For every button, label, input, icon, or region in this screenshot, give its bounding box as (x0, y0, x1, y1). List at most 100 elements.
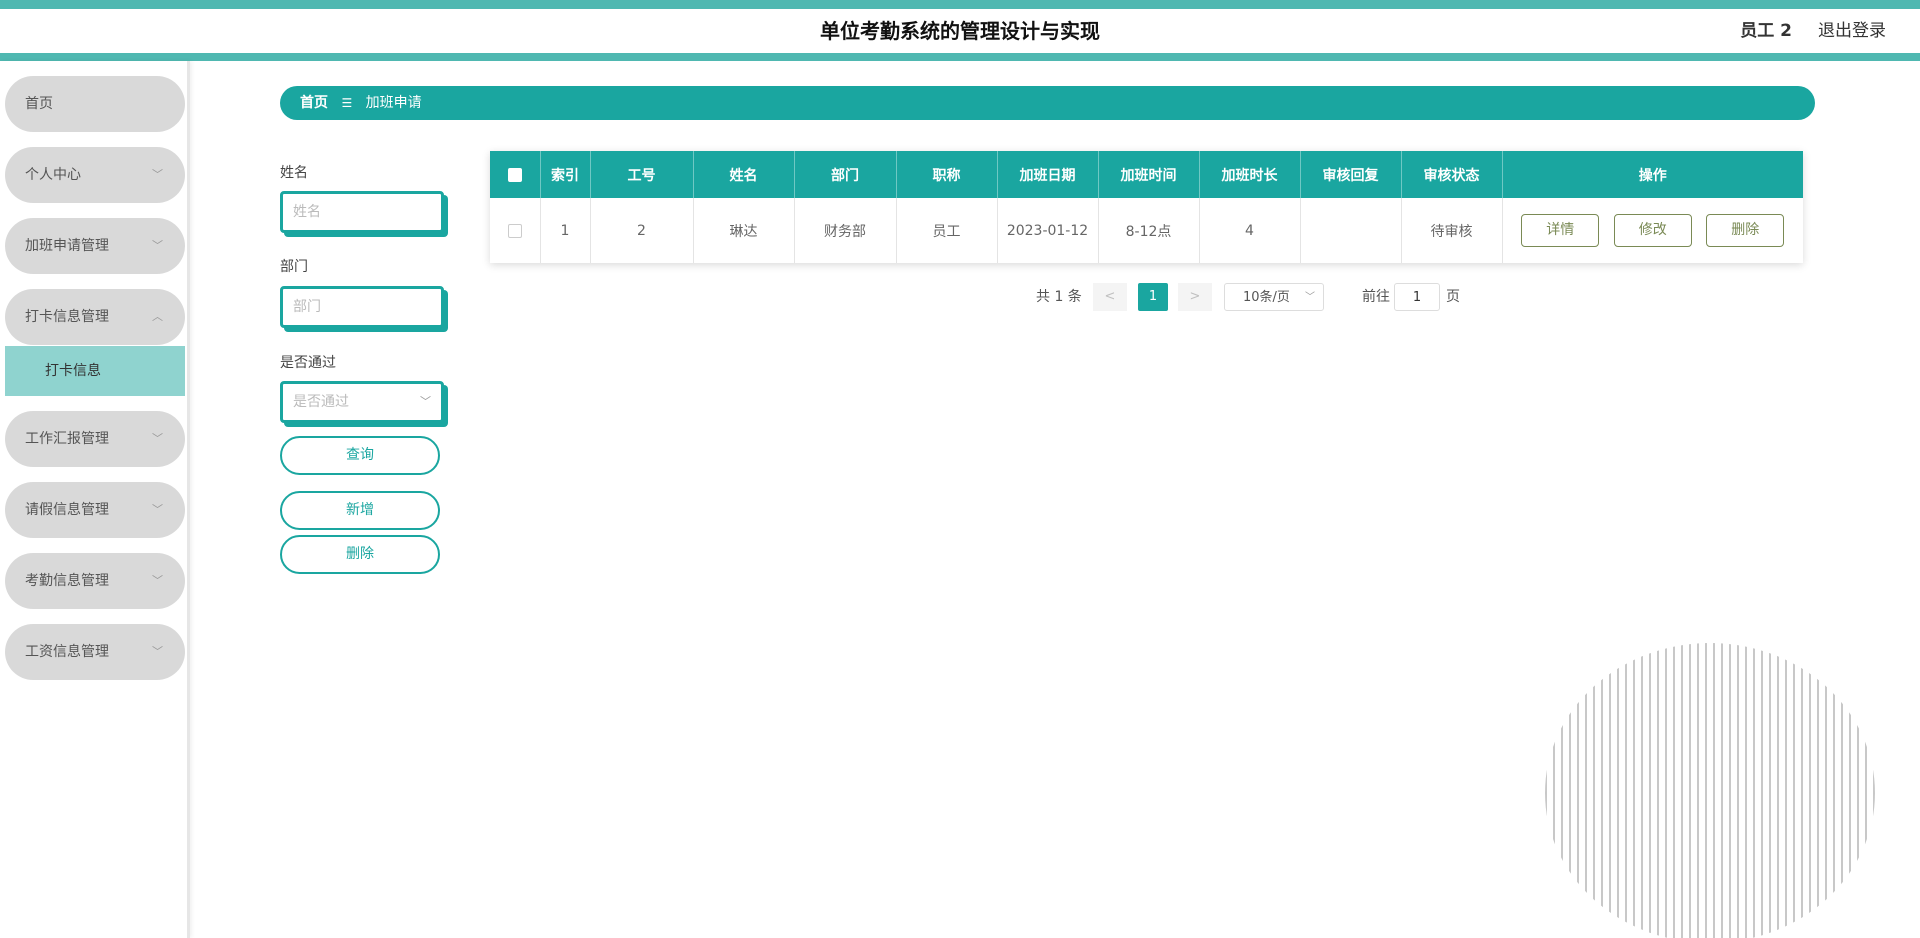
pagination-next-button[interactable]: > (1178, 283, 1212, 311)
table-header-row: 索引 工号 姓名 部门 职称 加班日期 加班时间 加班时长 审核回复 审核状态 … (490, 151, 1803, 198)
row-checkbox[interactable] (507, 223, 522, 238)
cell-actions: 详情 修改 删除 (1502, 198, 1803, 263)
passed-select[interactable]: 是否通过 ﹀ (280, 381, 444, 423)
table-row: 1 2 琳达 财务部 员工 2023-01-12 8-12点 4 待审核 详情 … (490, 198, 1803, 263)
chevron-down-icon: ﹀ (420, 395, 431, 408)
decorative-stripe (1553, 643, 1555, 938)
name-input[interactable] (293, 194, 441, 230)
decorative-stripe (1825, 643, 1827, 938)
chevron-down-icon: ﹀ (152, 503, 163, 516)
query-button[interactable]: 查询 (280, 436, 440, 475)
sidebar-item-label: 打卡信息管理 (25, 309, 109, 325)
add-button[interactable]: 新增 (280, 491, 440, 530)
decorative-stripe (1689, 643, 1691, 938)
pagination-prev-button[interactable]: < (1093, 283, 1127, 311)
sidebar-item-leave[interactable]: 请假信息管理 ﹀ (5, 482, 185, 538)
decorative-stripe (1769, 643, 1771, 938)
row-select-cell (490, 198, 541, 263)
column-header: 操作 (1502, 151, 1803, 198)
decorative-stripe (1857, 643, 1859, 938)
cell-title: 员工 (896, 198, 998, 263)
cell-name: 琳达 (693, 198, 795, 263)
decorative-stripe (1577, 643, 1579, 938)
detail-button[interactable]: 详情 (1521, 214, 1600, 247)
decorative-stripe (1713, 643, 1715, 938)
pagination-page-1[interactable]: 1 (1138, 283, 1168, 311)
chevron-down-icon: ﹀ (152, 432, 163, 445)
decorative-stripe (1833, 643, 1835, 938)
column-header: 索引 (540, 151, 591, 198)
sidebar-item-label: 工资信息管理 (25, 644, 109, 660)
chevron-down-icon: ﹀ (152, 168, 163, 181)
decorative-stripe (1609, 643, 1611, 938)
sidebar-item-salary[interactable]: 工资信息管理 ﹀ (5, 624, 185, 680)
decorative-stripe (1641, 643, 1643, 938)
decorative-stripe (1545, 643, 1547, 938)
decorative-stripe (1673, 643, 1675, 938)
select-all-checkbox[interactable] (507, 167, 522, 182)
decorative-stripe (1585, 643, 1587, 938)
sidebar-subitem-clockin-info[interactable]: 打卡信息 (5, 346, 185, 396)
breadcrumb: 首页 ☰ 加班申请 (280, 86, 1815, 120)
delete-button[interactable]: 删除 (280, 535, 440, 574)
decorative-stripe (1665, 643, 1667, 938)
chevron-up-icon: ︿ (152, 310, 163, 323)
decorative-stripe (1721, 643, 1723, 938)
dept-label: 部门 (280, 259, 308, 275)
logout-link[interactable]: 退出登录 (1818, 9, 1886, 53)
cell-duration: 4 (1199, 198, 1301, 263)
cell-emp-no: 2 (590, 198, 694, 263)
decorative-stripe (1705, 643, 1707, 938)
sidebar-item-label: 工作汇报管理 (25, 431, 109, 447)
decorative-stripe (1593, 643, 1595, 938)
dept-field[interactable] (280, 286, 444, 328)
column-header: 加班时长 (1199, 151, 1301, 198)
decorative-stripe (1633, 643, 1635, 938)
decorative-stripe (1625, 643, 1627, 938)
select-all-header (490, 151, 541, 198)
dept-input[interactable] (293, 289, 441, 325)
sidebar-item-label: 加班申请管理 (25, 238, 109, 254)
cell-index: 1 (540, 198, 591, 263)
breadcrumb-home[interactable]: 首页 (300, 95, 328, 111)
chevron-down-icon: ﹀ (152, 574, 163, 587)
sidebar-item-clockin-management[interactable]: 打卡信息管理 ︿ (5, 289, 185, 345)
sidebar-subitem-label: 打卡信息 (45, 363, 101, 379)
page-unit-label: 页 (1446, 289, 1460, 305)
chevron-down-icon: ﹀ (1305, 292, 1315, 303)
chevron-down-icon: ﹀ (152, 645, 163, 658)
decorative-stripe (1561, 643, 1563, 938)
sidebar-item-home[interactable]: 首页 (5, 76, 185, 132)
decorative-stripe (1601, 643, 1603, 938)
decorative-stripe (1777, 643, 1779, 938)
sidebar-item-label: 考勤信息管理 (25, 573, 109, 589)
column-header: 审核回复 (1300, 151, 1402, 198)
decorative-stripe (1745, 643, 1747, 938)
sidebar-item-work-report[interactable]: 工作汇报管理 ﹀ (5, 411, 185, 467)
edit-button[interactable]: 修改 (1613, 214, 1692, 247)
page-size-select[interactable]: 10条/页 ﹀ (1224, 283, 1324, 311)
app-title: 单位考勤系统的管理设计与实现 (820, 19, 1100, 43)
decorative-stripe (1785, 643, 1787, 938)
cell-reply (1300, 198, 1402, 263)
sidebar-item-attendance[interactable]: 考勤信息管理 ﹀ (5, 553, 185, 609)
column-header: 审核状态 (1401, 151, 1503, 198)
decorative-stripe (1793, 643, 1795, 938)
menu-icon: ☰ (341, 96, 353, 110)
decorative-stripe (1657, 643, 1659, 938)
sidebar-item-overtime-management[interactable]: 加班申请管理 ﹀ (5, 218, 185, 274)
passed-label: 是否通过 (280, 355, 336, 371)
column-header: 加班日期 (997, 151, 1099, 198)
column-header: 职称 (896, 151, 998, 198)
top-stripe (0, 0, 1920, 9)
decorative-stripe (1569, 643, 1571, 938)
name-field[interactable] (280, 191, 444, 233)
sidebar-item-personal-center[interactable]: 个人中心 ﹀ (5, 147, 185, 203)
header-stripe (0, 53, 1920, 61)
decorative-stripe (1801, 643, 1803, 938)
decorative-stripe (1737, 643, 1739, 938)
row-delete-button[interactable]: 删除 (1706, 214, 1785, 247)
goto-page-input[interactable]: 1 (1394, 283, 1440, 311)
decorative-stripe (1681, 643, 1683, 938)
decorative-stripe (1873, 643, 1875, 938)
